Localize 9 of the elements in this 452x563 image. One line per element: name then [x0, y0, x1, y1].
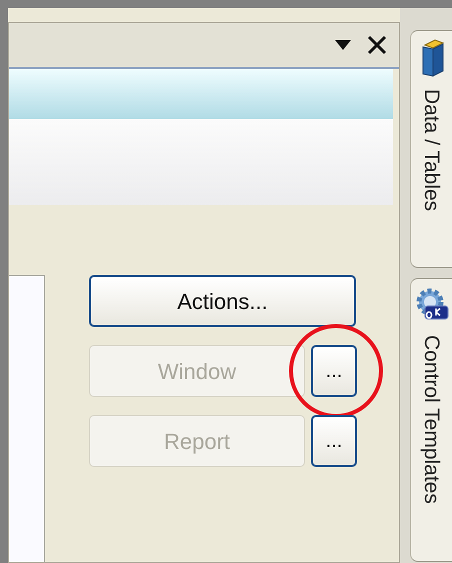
side-tab[interactable]: Data / Tables: [410, 30, 452, 268]
actions-button[interactable]: Actions...: [89, 275, 356, 327]
side-tab-label: Data / Tables: [421, 89, 442, 212]
browse-button[interactable]: ...: [311, 415, 357, 467]
close-icon[interactable]: [367, 35, 387, 55]
side-tab-label: Control Templates: [421, 335, 442, 504]
browse-button[interactable]: ...: [311, 345, 357, 397]
side-tab[interactable]: Control Templates: [410, 278, 452, 562]
dropdown-icon[interactable]: [335, 40, 351, 50]
